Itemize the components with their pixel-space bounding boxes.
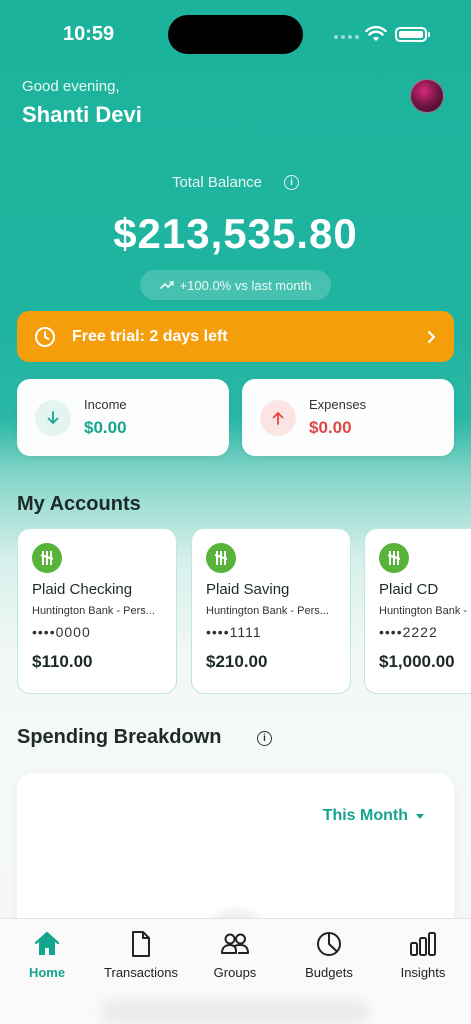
bank-logo-icon [379,543,409,573]
arrow-down-icon [35,400,71,436]
account-balance: $1,000.00 [379,652,455,671]
info-icon[interactable]: i [284,175,300,190]
balance-change-badge: +100.0% vs last month [140,270,331,300]
account-card[interactable]: Plaid Saving Huntington Bank - Pers... •… [191,528,351,694]
caret-down-icon [416,813,424,819]
expenses-card[interactable]: Expenses $0.00 [242,379,454,456]
nav-item-budgets[interactable]: Budgets [282,929,376,980]
nav-item-home[interactable]: Home [0,929,94,980]
account-name: Plaid Checking [32,581,133,598]
nav-item-transactions[interactable]: Transactions [94,929,188,980]
document-icon [132,931,150,957]
my-accounts-title: My Accounts [17,493,141,515]
trending-up-icon [159,281,174,289]
nav-label-home: Home [28,965,66,980]
account-balance: $110.00 [32,652,93,671]
nav-label-groups: Groups [213,965,257,980]
bank-logo-icon [206,543,236,573]
account-mask: ••••1111 [206,624,262,640]
arrow-up-icon [260,400,296,436]
nav-item-groups[interactable]: Groups [188,929,282,980]
avatar[interactable] [410,79,444,113]
account-bank: Huntington Bank - Pers... [32,605,155,617]
account-balance: $210.00 [206,652,268,671]
battery-icon [395,27,430,42]
bar-chart-icon [410,932,436,956]
spending-breakdown-title: Spending Breakdown [17,726,222,748]
account-bank: Huntington Bank - [379,605,468,617]
home-icon [34,931,60,955]
info-icon[interactable]: i [257,731,272,746]
free-trial-banner[interactable]: Free trial: 2 days left [17,311,454,362]
status-time: 10:59 [63,23,115,45]
account-mask: ••••0000 [32,624,91,640]
wifi-icon [365,26,387,41]
account-card[interactable]: Plaid Checking Huntington Bank - Pers...… [17,528,177,694]
user-name: Shanti Devi [22,102,142,127]
account-bank: Huntington Bank - Pers... [206,605,329,617]
bank-logo-icon [32,543,62,573]
nav-label-budgets: Budgets [305,965,353,980]
group-icon [221,933,249,954]
clock-icon [35,326,55,347]
dynamic-island [168,15,303,54]
pie-chart-icon [317,932,341,956]
account-name: Plaid CD [379,581,439,598]
free-trial-text: Free trial: 2 days left [72,327,228,345]
nav-label-transactions: Transactions [104,965,178,980]
balance-change-text: +100.0% vs last month [179,277,312,293]
expenses-label: Expenses [309,397,367,412]
nav-item-insights[interactable]: Insights [376,929,470,980]
greeting-text: Good evening, [22,78,120,95]
expenses-value: $0.00 [309,418,352,437]
account-card[interactable]: Plaid CD Huntington Bank - ••••2222 $1,0… [364,528,471,694]
nav-label-insights: Insights [400,965,446,980]
signal-icon [334,35,359,39]
period-dropdown-label: This Month [322,807,408,824]
total-balance-row: Total Balance i [0,174,471,191]
status-bar: 10:59 [0,0,471,60]
account-name: Plaid Saving [206,581,290,598]
total-balance-amount: $213,535.80 [113,210,358,257]
income-card[interactable]: Income $0.00 [17,379,229,456]
home-indicator [100,1000,371,1024]
chevron-right-icon [427,330,436,343]
period-dropdown[interactable]: This Month [323,807,424,825]
account-mask: ••••2222 [379,624,438,640]
total-balance-label: Total Balance [171,174,263,191]
income-value: $0.00 [84,418,127,437]
income-label: Income [84,397,127,412]
